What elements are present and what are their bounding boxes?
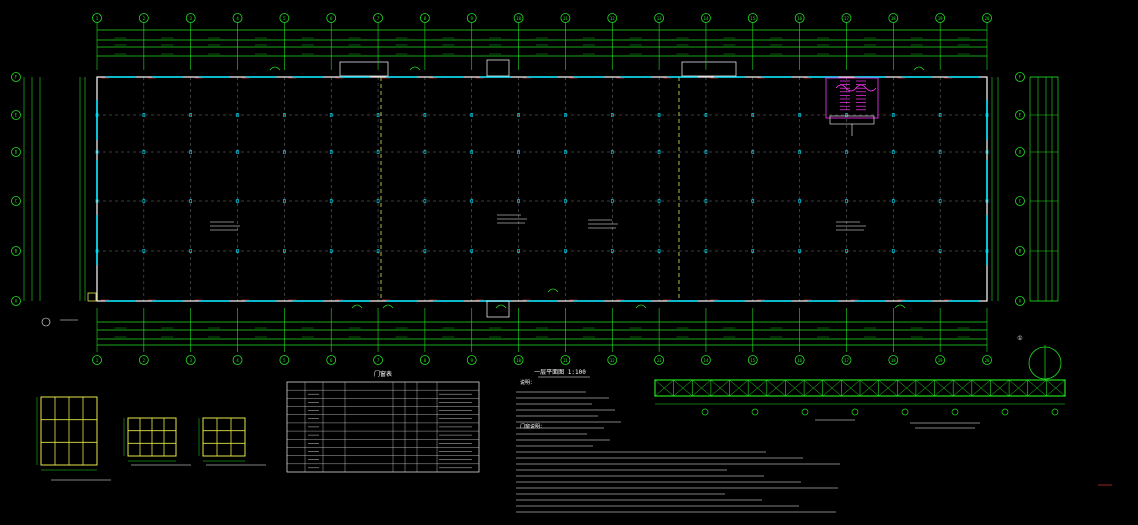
axis-bubble-label: 9 bbox=[471, 16, 474, 21]
window-frame bbox=[202, 417, 246, 457]
side-elevation bbox=[1029, 76, 1059, 302]
notes-heading: 说明： bbox=[520, 379, 535, 386]
axis-bubble-label: B bbox=[1019, 249, 1022, 254]
axis-bubble-label: 7 bbox=[377, 16, 380, 21]
door-swing-icon bbox=[635, 304, 647, 309]
door-swing-icon bbox=[495, 304, 507, 309]
truss-axis-bubble bbox=[951, 408, 959, 416]
axis-bubble-label: 12 bbox=[610, 16, 615, 21]
axis-bubble-label: 1 bbox=[96, 358, 99, 363]
axis-bubble-label: F bbox=[15, 75, 18, 80]
dimension-lines bbox=[79, 22, 999, 352]
building-outline bbox=[41, 59, 989, 327]
truss-axis-bubble bbox=[851, 408, 859, 416]
axis-bubble-label: 5 bbox=[283, 358, 286, 363]
axis-bubble-label: 9 bbox=[471, 358, 474, 363]
axis-bubble-label: D bbox=[15, 150, 18, 155]
axis-bubble-label: 3 bbox=[189, 358, 192, 363]
axis-bubble-label: 19 bbox=[938, 358, 943, 363]
axis-bubble-label: E bbox=[1019, 113, 1022, 118]
axis-bubble-label: 4 bbox=[236, 358, 239, 363]
window-details bbox=[36, 396, 266, 481]
axis-bubble-label: 14 bbox=[704, 358, 709, 363]
axis-bubble-label: 13 bbox=[657, 16, 662, 21]
cad-drawing-canvas: 1 1 2 2 3 3 4 4 5 5 6 6 7 7 8 8 9 9 10 10 11 11 12 12 13 13 14 14 15… bbox=[0, 0, 1138, 525]
entrance-canopy bbox=[486, 59, 510, 77]
axis-bubble-label: 10 bbox=[516, 16, 521, 21]
truss-axis-bubble bbox=[1001, 408, 1009, 416]
floor-plan-svg: 1122334455667788991010111112121313141415… bbox=[11, 13, 1112, 513]
axis-bubble-label: 12 bbox=[610, 358, 615, 363]
axis-bubble-label: 10 bbox=[516, 358, 521, 363]
axis-bubble-label: 18 bbox=[891, 358, 896, 363]
door-swing-icon bbox=[913, 66, 925, 71]
truss-axis-bubble bbox=[801, 408, 809, 416]
axis-bubble-label: 16 bbox=[797, 16, 802, 21]
entrance-canopy bbox=[681, 61, 737, 77]
axis-bubble-label: C bbox=[1019, 199, 1022, 204]
axis-bubbles: 1122334455667788991010111112121313141415… bbox=[11, 13, 1025, 365]
axis-bubble-label: 8 bbox=[424, 16, 427, 21]
axis-bubble-label: 5 bbox=[283, 16, 286, 21]
notes-subheading: 门窗说明： bbox=[520, 423, 545, 430]
window-detail-c3 bbox=[198, 417, 246, 462]
axis-bubble-label: 4 bbox=[236, 16, 239, 21]
column-grid bbox=[96, 76, 988, 302]
axis-bubble-label: 17 bbox=[844, 16, 849, 21]
axis-bubble-label: 17 bbox=[844, 358, 849, 363]
axis-bubble-label: 16 bbox=[797, 358, 802, 363]
door-swing-icon bbox=[382, 304, 394, 309]
side-elevation-columns: ① bbox=[1017, 76, 1062, 380]
truss-axis-bubble bbox=[701, 408, 709, 416]
axis-bubble-label: 3 bbox=[189, 16, 192, 21]
axis-bubble-label: 19 bbox=[938, 16, 943, 21]
axis-bubble-label: 11 bbox=[563, 358, 568, 363]
axis-bubble-label: E bbox=[15, 113, 18, 118]
axis-bubble-label: 18 bbox=[891, 16, 896, 21]
axis-bubble-label: 2 bbox=[143, 16, 146, 21]
axis-bubble-label: 20 bbox=[985, 358, 990, 363]
axis-bubble-label: A bbox=[15, 299, 18, 304]
design-notes: 一层平面图 1:100 说明： 门窗说明： bbox=[516, 369, 840, 513]
axis-bubble-label: 1 bbox=[96, 16, 99, 21]
window-detail-c1 bbox=[36, 396, 98, 471]
axis-bubble-label: 6 bbox=[330, 358, 333, 363]
entrance-canopy bbox=[486, 300, 510, 318]
door-swing-icon bbox=[269, 66, 281, 71]
door-swing-icon bbox=[547, 288, 559, 293]
plan-title: 一层平面图 1:100 bbox=[534, 369, 586, 376]
detail-marker: ① bbox=[1017, 335, 1022, 342]
axis-bubble-label: 15 bbox=[750, 358, 755, 363]
truss-axis-bubble bbox=[751, 408, 759, 416]
axis-bubble-label: B bbox=[15, 249, 18, 254]
axis-bubble-label: 6 bbox=[330, 16, 333, 21]
axis-bubble-label: D bbox=[1019, 150, 1022, 155]
axis-bubble-label: 8 bbox=[424, 358, 427, 363]
axis-bubble-label: F bbox=[1019, 75, 1022, 80]
table-title: 门窗表 bbox=[374, 370, 392, 378]
door-swing-icon bbox=[351, 304, 363, 309]
stair-landing bbox=[829, 115, 875, 125]
axis-bubble-label: 13 bbox=[657, 358, 662, 363]
entrance-canopy bbox=[339, 61, 389, 77]
axis-bubble-label: 15 bbox=[750, 16, 755, 21]
axis-bubble-label: 11 bbox=[563, 16, 568, 21]
truss-axis-bubble bbox=[1051, 408, 1059, 416]
corner-detail bbox=[87, 292, 97, 302]
stair-enclosure bbox=[825, 77, 879, 119]
truss-elevation bbox=[654, 379, 1112, 486]
door-window-table: 门窗表 bbox=[286, 370, 480, 473]
axis-bubble-label: 20 bbox=[985, 16, 990, 21]
exterior-wall bbox=[96, 76, 988, 302]
axis-bubble-label: 14 bbox=[704, 16, 709, 21]
axis-bubble-label: C bbox=[15, 199, 18, 204]
axis-bubble-label: 2 bbox=[143, 358, 146, 363]
axis-bubble-label: A bbox=[1019, 299, 1022, 304]
door-swing-icon bbox=[409, 66, 421, 71]
door-swing-icon bbox=[894, 304, 906, 309]
axis-bubble-label: 7 bbox=[377, 358, 380, 363]
section-bubble bbox=[41, 317, 51, 327]
truss-axis-bubble bbox=[901, 408, 909, 416]
window-detail-c2 bbox=[123, 417, 177, 462]
